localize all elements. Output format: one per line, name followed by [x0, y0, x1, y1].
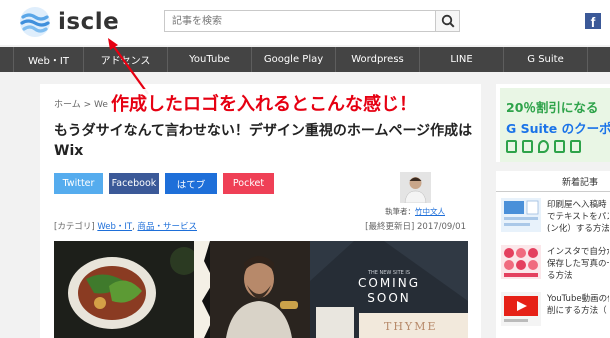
ad-headline: 20％割引になる [506, 100, 599, 115]
recent-post-title[interactable]: YouTube動画の付 削にする方法（ [547, 293, 609, 317]
facebook-icon[interactable]: f [585, 13, 601, 30]
thumbnail-image [501, 292, 541, 326]
pin-icon [538, 140, 549, 153]
recent-post-item[interactable]: インスタで自分が 保存した写真の一 る方法 [501, 243, 610, 287]
hero-image: THE NEW SITE IS COMING SOON THYME [54, 241, 468, 338]
facebook-share-button[interactable]: Facebook [109, 173, 159, 194]
author-avatar[interactable] [400, 172, 431, 203]
article-card: ホーム > We もうダサイなんて言わせない！デザイン重視のホームページ作成はW… [40, 84, 481, 338]
post-thumbnail [501, 198, 541, 232]
ad-subheadline: G Suite のクーポ [506, 121, 610, 136]
nav-item-line[interactable]: LINE [420, 47, 504, 72]
recent-post-item[interactable]: YouTube動画の付 削にする方法（ [501, 290, 610, 334]
site-logo[interactable]: iscle [18, 6, 119, 38]
ad-icon-row [506, 140, 581, 153]
updated-label: [最終更新日] [365, 222, 415, 232]
post-thumbnail [501, 245, 541, 279]
nav-item-web-it[interactable]: Web・IT [13, 47, 84, 72]
nav-item-adsense[interactable]: アドセンス [84, 47, 168, 72]
category-label: [カテゴリ] [54, 222, 95, 232]
person-icon [400, 172, 431, 203]
hatena-bookmark-button[interactable]: はてブ [165, 173, 217, 194]
category-link-web-it[interactable]: Web・IT [97, 222, 132, 232]
calendar-icon [522, 140, 533, 153]
recent-posts-heading: 新着記事 [496, 174, 610, 192]
recent-post-title[interactable]: 印刷屋へ入稿時 でテキストをパス (ン化）する方法 [547, 199, 609, 235]
category-link-products[interactable]: 商品・サービス [137, 222, 197, 232]
recent-post-item[interactable]: 印刷屋へ入稿時 でテキストをパス (ン化）する方法 [501, 196, 610, 240]
recent-posts: 新着記事 印刷屋へ入稿時 でテキストをパス (ン化）する方法 インスタで自分が … [496, 171, 610, 338]
twitter-share-button[interactable]: Twitter [54, 173, 103, 194]
logo-wave-icon [20, 7, 50, 37]
hero-thyme-text: THYME [384, 320, 437, 333]
thumbnail-image [501, 245, 541, 279]
logo-text: iscle [58, 9, 120, 35]
post-thumbnail [501, 292, 541, 326]
search-input[interactable] [165, 11, 435, 31]
gsuite-coupon-ad[interactable]: 20％割引になる G Suite のクーポ [496, 84, 610, 162]
nav-item-wordpress[interactable]: Wordpress [336, 47, 420, 72]
nav-item-google-play[interactable]: Google Play [252, 47, 336, 72]
site-header: iscle f [0, 0, 610, 45]
hero-coming-text: COMING [358, 276, 420, 290]
author-byline: 執筆者：竹中文人 [385, 206, 445, 217]
search-button[interactable] [435, 11, 459, 31]
search-icon [441, 14, 455, 28]
updated-date: [最終更新日] 2017/09/01 [365, 220, 466, 232]
pocket-button[interactable]: Pocket [223, 173, 274, 194]
annotation-label: 作成したロゴを入れるとこんな感じ！ [108, 89, 420, 117]
chart-icon [570, 140, 581, 153]
nav-item-youtube[interactable]: YouTube [168, 47, 252, 72]
updated-date-value: 2017/09/01 [417, 222, 466, 232]
nav-item-gsuite[interactable]: G Suite [504, 47, 588, 72]
document-icon [506, 140, 517, 153]
article-title: もうダサイなんて言わせない！デザイン重視のホームページ作成はWix [54, 123, 473, 159]
search-box [164, 10, 460, 32]
hero-soon-text: SOON [367, 291, 410, 305]
author-prefix: 執筆者： [385, 207, 415, 216]
document-icon [554, 140, 565, 153]
category-list: [カテゴリ] Web・IT, 商品・サービス [54, 222, 197, 232]
breadcrumb[interactable]: ホーム > We [54, 97, 108, 110]
thumbnail-image [501, 198, 541, 232]
ad-banner: 20％割引になる G Suite のクーポ [500, 88, 610, 162]
main-nav: Web・IT アドセンス YouTube Google Play Wordpre… [0, 47, 610, 72]
author-link[interactable]: 竹中文人 [415, 207, 445, 216]
hero-collage: THE NEW SITE IS COMING SOON THYME [54, 241, 468, 338]
recent-post-title[interactable]: インスタで自分が 保存した写真の一 る方法 [547, 246, 609, 282]
